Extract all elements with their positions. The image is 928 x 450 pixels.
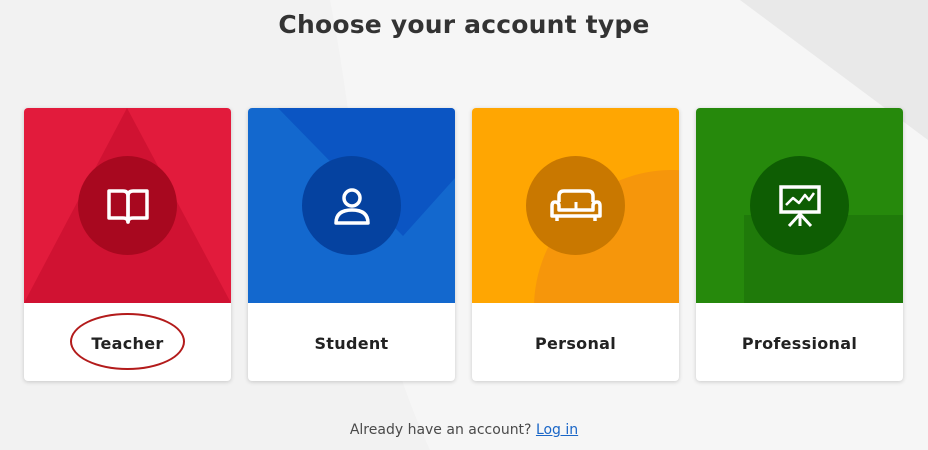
card-student[interactable]: Student	[248, 108, 455, 381]
student-icon-circle	[302, 156, 401, 255]
card-teacher[interactable]: Teacher	[24, 108, 231, 381]
card-label: Teacher	[91, 334, 164, 353]
login-prompt: Already have an account? Log in	[0, 422, 928, 438]
card-label: Student	[314, 334, 389, 353]
login-prompt-text: Already have an account?	[349, 422, 532, 438]
user-icon	[333, 187, 370, 225]
book-icon	[106, 188, 149, 224]
presentation-icon	[778, 184, 821, 227]
sofa-icon	[549, 188, 602, 221]
card-professional[interactable]: Professional	[696, 108, 903, 381]
login-link[interactable]: Log in	[536, 422, 578, 438]
personal-icon-circle	[526, 156, 625, 255]
card-personal-banner	[472, 108, 679, 303]
card-label: Professional	[741, 334, 858, 353]
professional-icon-circle	[750, 156, 849, 255]
card-professional-banner	[696, 108, 903, 303]
teacher-icon-circle	[78, 156, 177, 255]
page-title: Choose your account type	[278, 10, 650, 39]
card-student-banner	[248, 108, 455, 303]
card-teacher-banner	[24, 108, 231, 303]
card-personal[interactable]: Personal	[472, 108, 679, 381]
card-label: Personal	[534, 334, 617, 353]
